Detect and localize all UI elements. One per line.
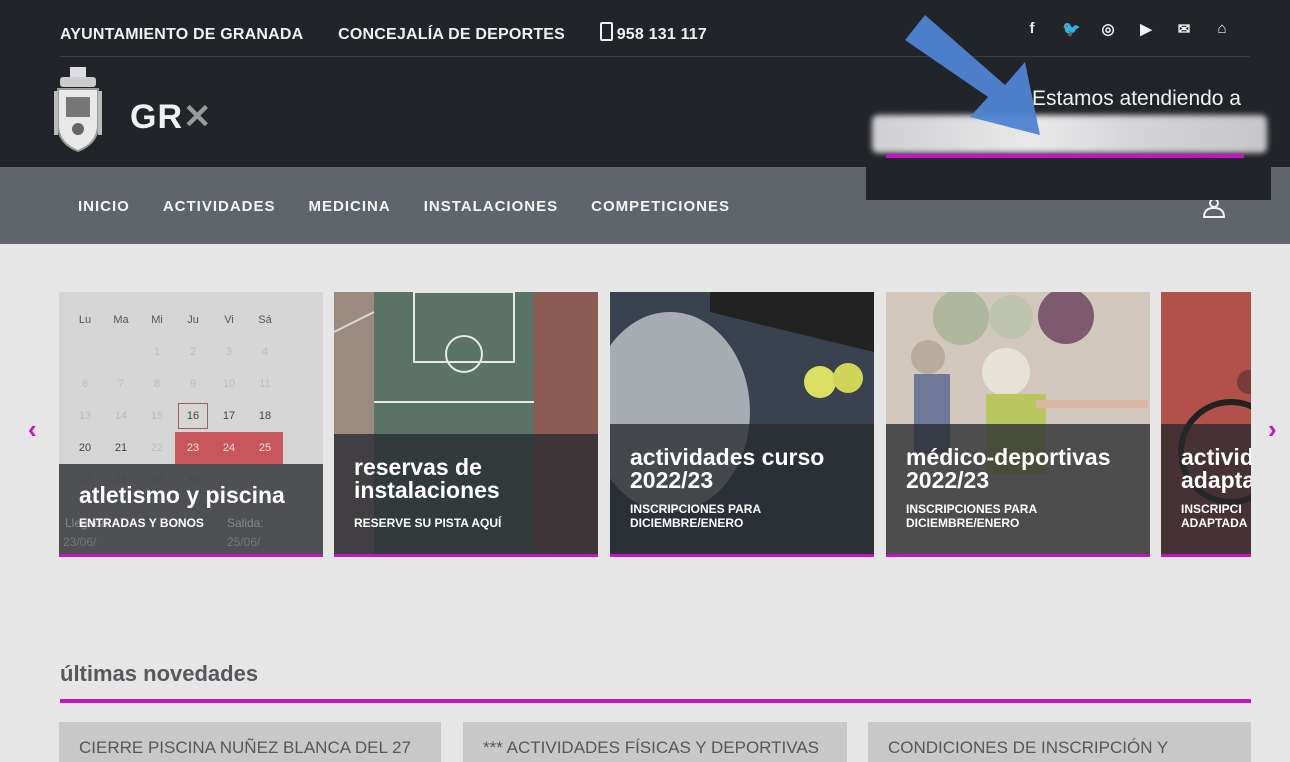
phone-number: 958 131 117 [616,26,707,43]
card-title: actividades curso 2022/23 [630,444,825,493]
ayuntamiento-link[interactable]: AYUNTAMIENTO DE GRANADA [60,26,303,43]
calendar-day: 8 [153,378,161,390]
calendar-day: 2 [189,346,197,358]
calendar-day: 3 [225,346,233,358]
carousel-prev-button[interactable]: ‹ [28,414,37,445]
nav-item-medicina[interactable]: MEDICINA [309,198,391,215]
calendar-day: 22 [150,442,164,454]
card-title: reservas de instalaciones [354,454,500,503]
calendar-day: 15 [150,410,164,422]
news-card[interactable]: CIERRE PISCINA NUÑEZ BLANCA DEL 27 [59,722,441,762]
departure-date[interactable]: 25/06/ [227,535,260,549]
card-adaptadas[interactable]: activid adapta INSCRIPCI ADAPTADA [1161,292,1251,557]
calendar-header: Sá [258,314,272,326]
phone-icon [599,22,613,41]
logo-letters: GR [130,98,183,136]
section-title: últimas novedades [60,661,259,686]
calendar-header: Lu [78,314,92,326]
arrival-date[interactable]: 23/06/ [63,535,96,549]
calendar-day-selected[interactable]: 25 [247,432,283,464]
calendar-day: 7 [117,378,125,390]
card-atletismo[interactable]: Lu Ma Mi Ju Vi Sá 1 2 3 4 6 7 8 9 10 11 … [59,292,323,557]
calendar-day: 13 [78,410,92,422]
card-title: activid adapta [1181,444,1251,493]
news-card[interactable]: CONDICIONES DE INSCRIPCIÓN Y [868,722,1251,762]
city-crest-logo[interactable] [52,65,104,155]
news-title: *** ACTIVIDADES FÍSICAS Y DEPORTIVAS [483,738,820,757]
calendar-day: 14 [114,410,128,422]
user-icon[interactable] [1202,198,1226,218]
calendar-day-selected[interactable]: 23 [175,432,211,464]
calendar-header: Vi [224,314,234,326]
calendar-day: 6 [81,378,89,390]
phone-link[interactable]: 958 131 117 [599,22,707,43]
youtube-icon[interactable]: ▶ [1138,20,1154,38]
calendar-header: Ju [187,314,199,326]
card-subtitle: INSCRIPCIONES PARA DICIEMBRE/ENERO [906,502,1037,530]
logo-x-mark: ✕ [183,98,213,136]
top-bar: AYUNTAMIENTO DE GRANADA CONCEJALÍA DE DE… [0,0,1290,57]
calendar-day: 10 [222,378,236,390]
nav-item-inicio[interactable]: INICIO [78,198,130,215]
calendar-day: 11 [259,378,271,390]
carousel: ‹ › Lu Ma Mi Ju Vi Sá 1 2 3 4 6 7 8 9 10… [0,292,1290,562]
calendar-day [67,336,103,368]
calendar-header: Ma [113,314,129,326]
home-icon[interactable]: ⌂ [1214,20,1230,38]
calendar-day[interactable]: 21 [103,432,139,464]
popup-underline [886,154,1244,158]
card-reservas[interactable]: reservas de instalaciones RESERVE SU PIS… [334,292,598,557]
card-subtitle: RESERVE SU PISTA AQUÍ [354,516,502,530]
calendar-header: Mi [151,314,163,326]
card-subtitle: ENTRADAS Y BONOS [79,516,204,530]
card-subtitle: INSCRIPCI ADAPTADA [1181,502,1248,530]
calendar-day: 9 [189,378,197,390]
nav-item-instalaciones[interactable]: INSTALACIONES [424,198,558,215]
nav-item-competiciones[interactable]: COMPETICIONES [591,198,730,215]
card-medico[interactable]: médico-deportivas 2022/23 INSCRIPCIONES … [886,292,1150,557]
mail-icon[interactable]: ✉ [1176,20,1192,38]
card-title: atletismo y piscina [79,482,285,508]
section-underline [60,699,1251,703]
annotation-arrow [905,15,1040,135]
calendar-day: 1 [153,346,161,358]
calendar-day[interactable]: 20 [67,432,103,464]
departure-label: Salida: [227,516,264,530]
card-subtitle: INSCRIPCIONES PARA DICIEMBRE/ENERO [630,502,761,530]
card-actividades[interactable]: actividades curso 2022/23 INSCRIPCIONES … [610,292,874,557]
carousel-next-button[interactable]: › [1268,414,1277,445]
calendar-day[interactable]: 18 [247,400,283,432]
calendar-day-selected[interactable]: 24 [211,432,247,464]
card-title: médico-deportivas 2022/23 [906,444,1111,493]
calendar-day[interactable]: 17 [211,400,247,432]
grx-logo[interactable]: GR✕ [130,97,213,137]
nav-item-actividades[interactable]: ACTIVIDADES [163,198,276,215]
concejalia-link[interactable]: CONCEJALÍA DE DEPORTES [338,26,565,43]
instagram-icon[interactable]: ◎ [1100,20,1116,38]
news-title: CONDICIONES DE INSCRIPCIÓN Y [888,738,1169,757]
calendar-day-today[interactable]: 16 [175,400,211,432]
nav-items: INICIO ACTIVIDADES MEDICINA INSTALACIONE… [78,198,730,215]
calendar-day: 4 [261,346,269,358]
top-links: AYUNTAMIENTO DE GRANADA CONCEJALÍA DE DE… [60,22,737,44]
news-card[interactable]: *** ACTIVIDADES FÍSICAS Y DEPORTIVAS [463,722,847,762]
card-shade [59,464,323,554]
news-title: CIERRE PISCINA NUÑEZ BLANCA DEL 27 [79,738,411,757]
calendar-day [103,336,139,368]
